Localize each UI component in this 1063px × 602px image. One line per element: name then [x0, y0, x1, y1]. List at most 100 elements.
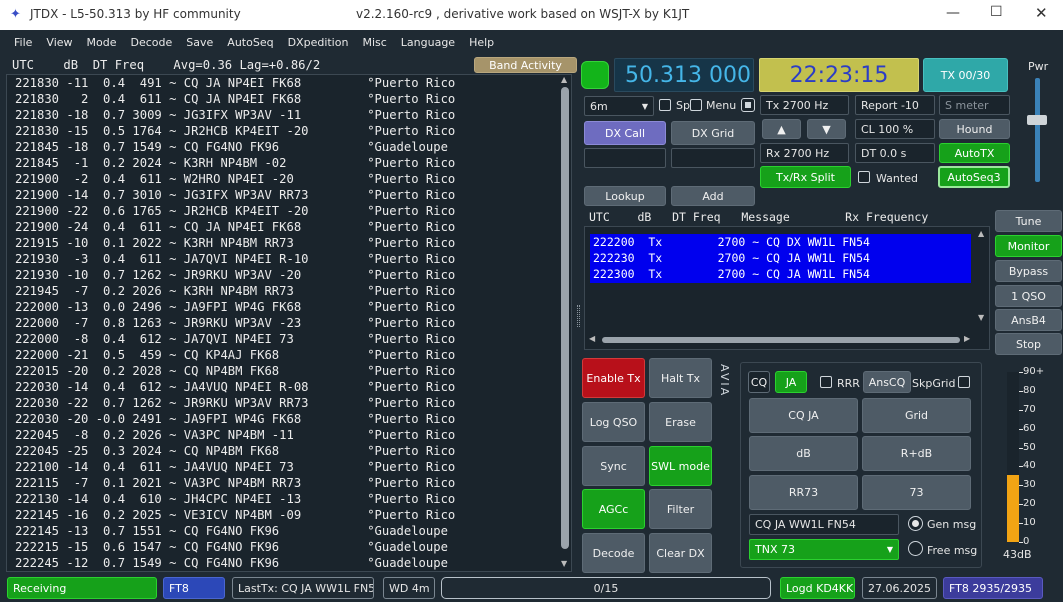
- rx-frequency-list[interactable]: 222200 Tx 2700 ~ CQ DX WW1L FN54 222230 T…: [584, 226, 990, 350]
- band-activity-row[interactable]: 221915 -10 0.1 2022 ~ K3RH NP4BM RR73 °P…: [15, 235, 571, 251]
- wanted-checkbox[interactable]: [858, 171, 870, 183]
- band-activity-row[interactable]: 222100 -14 0.4 611 ~ JA4VUQ NP4EI 73 °Pu…: [15, 459, 571, 475]
- band-activity-row[interactable]: 221930 -10 0.7 1262 ~ JR9RKU WP3AV -20 °…: [15, 267, 571, 283]
- tune-button[interactable]: Tune: [995, 210, 1062, 232]
- one-qso-button[interactable]: 1 QSO: [995, 285, 1062, 307]
- band-activity-row[interactable]: 222045 -8 0.2 2026 ~ VA3PC NP4BM -11 °Pu…: [15, 427, 571, 443]
- menu-file[interactable]: File: [7, 30, 39, 56]
- band-activity-row[interactable]: 221845 -1 0.2 2024 ~ K3RH NP4BM -02 °Pue…: [15, 155, 571, 171]
- band-activity-row[interactable]: 222045 -25 0.3 2024 ~ CQ NP4BM FK68 °Pue…: [15, 443, 571, 459]
- band-activity-row[interactable]: 222030 -14 0.4 612 ~ JA4VUQ NP4EI R-08 °…: [15, 379, 571, 395]
- band-activity-row[interactable]: 221900 -22 0.6 1765 ~ JR2HCB KP4EIT -20 …: [15, 203, 571, 219]
- freq-up-button[interactable]: ▲: [762, 119, 801, 139]
- free-msg-combo[interactable]: TNX 73 ▼: [749, 539, 899, 560]
- band-activity-row[interactable]: 222115 -7 0.1 2021 ~ VA3PC NP4BM RR73 °P…: [15, 475, 571, 491]
- scroll-up-icon[interactable]: ▲: [561, 75, 567, 84]
- band-activity-row[interactable]: 222030 -20 -0.0 2491 ~ JA9FPI WP4G FK68 …: [15, 411, 571, 427]
- band-select[interactable]: 6m ▼: [584, 96, 654, 116]
- band-activity-row[interactable]: 221900 -24 0.4 611 ~ CQ JA NP4EI FK68 °P…: [15, 219, 571, 235]
- tx-frequency-spinbox[interactable]: Tx 2700 Hz: [760, 95, 849, 115]
- 73-button[interactable]: 73: [862, 475, 971, 510]
- hound-button[interactable]: Hound: [939, 119, 1010, 139]
- rx-message-row[interactable]: 222200 Tx 2700 ~ CQ DX WW1L FN54: [593, 234, 971, 250]
- band-activity-row[interactable]: 222215 -15 0.6 1547 ~ CQ FG4NO FK96 °Gua…: [15, 539, 571, 555]
- cl-spinbox[interactable]: CL 100 %: [855, 119, 935, 139]
- autotx-button[interactable]: AutoTX: [939, 143, 1010, 163]
- s-meter-field[interactable]: S meter: [939, 95, 1010, 115]
- halt-tx-button[interactable]: Halt Tx: [649, 358, 712, 398]
- menu-decode[interactable]: Decode: [124, 30, 180, 56]
- rx-message-row[interactable]: 222300 Tx 2700 ~ CQ JA WW1L FN54: [593, 266, 971, 282]
- enable-tx-button[interactable]: Enable Tx: [582, 358, 645, 398]
- bypass-button[interactable]: Bypass: [995, 260, 1062, 282]
- report-spinbox[interactable]: Report -10: [855, 95, 935, 115]
- gen-msg-field[interactable]: CQ JA WW1L FN54: [749, 514, 899, 535]
- menu-autoseq[interactable]: AutoSeq: [220, 30, 280, 56]
- stop-button[interactable]: Stop: [995, 333, 1062, 355]
- tx-counter-button[interactable]: TX 00/30: [923, 58, 1008, 92]
- band-activity-button[interactable]: Band Activity: [474, 57, 577, 73]
- splitter-handle[interactable]: [577, 305, 580, 327]
- swl-mode-button[interactable]: SWL mode: [649, 446, 712, 486]
- cq-button[interactable]: CQ: [748, 371, 770, 393]
- scroll-down-icon[interactable]: ▼: [561, 559, 567, 568]
- rx-list-hscrollbar[interactable]: ◀ ▶: [585, 333, 975, 347]
- band-activity-scroll-thumb[interactable]: [561, 87, 569, 549]
- close-icon[interactable]: ✕: [1035, 4, 1048, 22]
- band-activity-list[interactable]: 221830 -11 0.4 491 ~ CQ JA NP4EI FK68 °P…: [6, 74, 572, 572]
- freq-down-button[interactable]: ▼: [807, 119, 846, 139]
- add-button[interactable]: Add: [671, 186, 755, 206]
- band-activity-row[interactable]: 221930 -3 0.4 611 ~ JA7QVI NP4EI R-10 °P…: [15, 251, 571, 267]
- dx-grid-button[interactable]: DX Grid: [671, 121, 755, 145]
- decode-button[interactable]: Decode: [582, 533, 645, 573]
- rx-message-row[interactable]: 222230 Tx 2700 ~ CQ JA WW1L FN54: [593, 250, 971, 266]
- band-activity-row[interactable]: 222130 -14 0.4 610 ~ JH4CPC NP4EI -13 °P…: [15, 491, 571, 507]
- erase-button[interactable]: Erase: [649, 402, 712, 442]
- lookup-button[interactable]: Lookup: [584, 186, 666, 206]
- sync-button[interactable]: Sync: [582, 446, 645, 486]
- ja-button[interactable]: JA: [775, 371, 807, 393]
- pwr-slider[interactable]: [1035, 78, 1040, 182]
- band-activity-row[interactable]: 221830 2 0.4 611 ~ CQ JA NP4EI FK68 °Pue…: [15, 91, 571, 107]
- r-db-button[interactable]: R+dB: [862, 436, 971, 471]
- anscq-button[interactable]: AnsCQ: [863, 371, 911, 393]
- band-activity-row[interactable]: 221945 -7 0.2 2026 ~ K3RH NP4BM RR73 °Pu…: [15, 283, 571, 299]
- band-activity-row[interactable]: 222015 -20 0.2 2028 ~ CQ NP4BM FK68 °Pue…: [15, 363, 571, 379]
- pwr-slider-handle[interactable]: [1027, 115, 1047, 125]
- band-activity-row[interactable]: 222245 -12 0.7 1549 ~ CQ FG4NO FK96 °Gua…: [15, 555, 571, 571]
- menu-language[interactable]: Language: [394, 30, 462, 56]
- free-msg-radio[interactable]: [908, 541, 923, 556]
- db-button[interactable]: dB: [749, 436, 858, 471]
- band-activity-row[interactable]: 221830 -18 0.7 3009 ~ JG3IFX WP3AV -11 °…: [15, 107, 571, 123]
- band-activity-row[interactable]: 222000 -13 0.0 2496 ~ JA9FPI WP4G FK68 °…: [15, 299, 571, 315]
- ansb4-button[interactable]: AnsB4: [995, 309, 1062, 331]
- band-activity-row[interactable]: 222000 -8 0.4 612 ~ JA7QVI NP4EI 73 °Pue…: [15, 331, 571, 347]
- dx-call-field[interactable]: [584, 148, 666, 168]
- band-activity-row[interactable]: 222145 -16 0.2 2025 ~ VE3ICV NP4BM -09 °…: [15, 507, 571, 523]
- menu-view[interactable]: View: [39, 30, 79, 56]
- clear-dx-button[interactable]: Clear DX: [649, 533, 712, 573]
- band-activity-scrollbar[interactable]: ▲ ▼: [558, 75, 571, 571]
- band-activity-row[interactable]: 222030 -22 0.7 1262 ~ JR9RKU WP3AV RR73 …: [15, 395, 571, 411]
- scroll-down-icon[interactable]: ▼: [978, 313, 984, 322]
- menu-help[interactable]: Help: [462, 30, 501, 56]
- menu-misc[interactable]: Misc: [355, 30, 393, 56]
- band-activity-row[interactable]: 221900 -2 0.4 611 ~ W2HRO NP4EI -20 °Pue…: [15, 171, 571, 187]
- band-activity-row[interactable]: 222145 -13 0.7 1551 ~ CQ FG4NO FK96 °Gua…: [15, 523, 571, 539]
- menu-checkbox[interactable]: [690, 99, 702, 111]
- dx-call-button[interactable]: DX Call: [584, 121, 666, 145]
- cq-ja-button[interactable]: CQ JA: [749, 398, 858, 433]
- menu-dxpedition[interactable]: DXpedition: [281, 30, 356, 56]
- minimize-icon[interactable]: —: [946, 5, 960, 21]
- agcc-button[interactable]: AGCc: [582, 489, 645, 529]
- dx-grid-field[interactable]: [671, 148, 755, 168]
- menu-toggle-checkbox[interactable]: [741, 98, 755, 112]
- monitor-button[interactable]: Monitor: [995, 235, 1062, 257]
- spt-checkbox[interactable]: [659, 99, 671, 111]
- dt-spinbox[interactable]: DT 0.0 s: [855, 143, 935, 163]
- dial-frequency-display[interactable]: 50.313 000: [614, 58, 754, 92]
- band-activity-row[interactable]: 222000 -7 0.8 1263 ~ JR9RKU WP3AV -23 °P…: [15, 315, 571, 331]
- rrr-checkbox[interactable]: [820, 376, 832, 388]
- filter-button[interactable]: Filter: [649, 489, 712, 529]
- rx-frequency-spinbox[interactable]: Rx 2700 Hz: [760, 143, 849, 163]
